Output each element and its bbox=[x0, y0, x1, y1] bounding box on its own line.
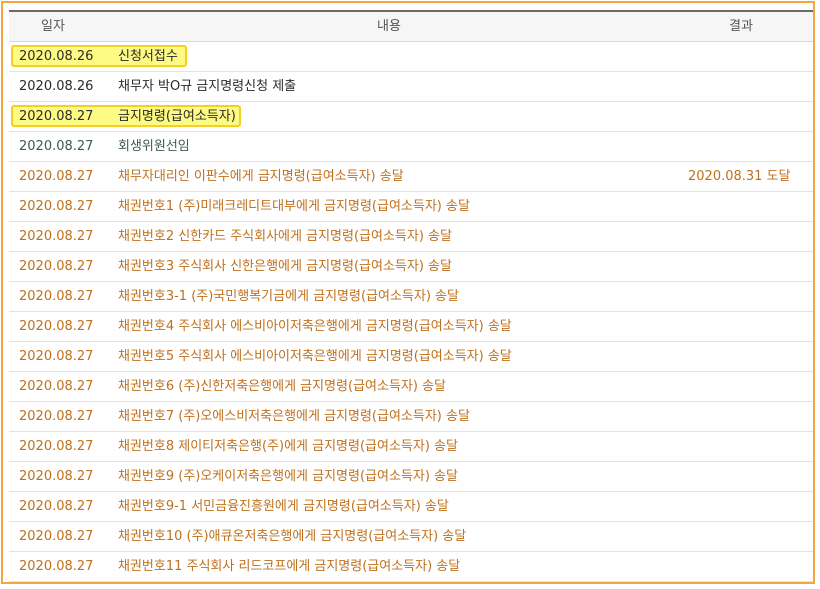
table-row: 2020.08.27 채권번호7 (주)오에스비저축은행에게 금지명령(급여소득… bbox=[9, 402, 813, 432]
row-content: 채권번호11 주식회사 리드코프에게 금지명령(급여소득자) 송달 bbox=[118, 559, 461, 574]
table-row: 2020.08.27 채권번호9-1 서민금융진흥원에게 금지명령(급여소득자)… bbox=[9, 492, 813, 522]
row-result: 2020.08.31 도달 bbox=[688, 169, 791, 184]
row-content: 채권번호1 (주)미래크레디트대부에게 금지명령(급여소득자) 송달 bbox=[118, 199, 470, 214]
table-header: 일자 내용 결과 bbox=[9, 10, 813, 42]
table-row: 2020.08.27 금지명령(급여소득자) bbox=[9, 102, 813, 132]
row-date: 2020.08.27 bbox=[19, 229, 94, 244]
row-date: 2020.08.27 bbox=[19, 409, 94, 424]
table-row: 2020.08.27 채권번호9 (주)오케이저축은행에게 금지명령(급여소득자… bbox=[9, 462, 813, 492]
table-row: 2020.08.27 회생위원선임 bbox=[9, 132, 813, 162]
header-result: 결과 bbox=[729, 19, 753, 34]
row-content: 금지명령(급여소득자) bbox=[118, 109, 236, 124]
header-date: 일자 bbox=[41, 19, 65, 34]
row-content: 채권번호3 주식회사 신한은행에게 금지명령(급여소득자) 송달 bbox=[118, 259, 452, 274]
table-row: 2020.08.27 채권번호5 주식회사 에스비아이저축은행에게 금지명령(급… bbox=[9, 342, 813, 372]
row-date: 2020.08.27 bbox=[19, 139, 94, 154]
row-date: 2020.08.27 bbox=[19, 199, 94, 214]
row-date: 2020.08.27 bbox=[19, 469, 94, 484]
row-date: 2020.08.26 bbox=[19, 79, 94, 94]
row-date: 2020.08.27 bbox=[19, 319, 94, 334]
table-row: 2020.08.27 채권번호3 주식회사 신한은행에게 금지명령(급여소득자)… bbox=[9, 252, 813, 282]
table-row: 2020.08.27 채권번호2 신한카드 주식회사에게 금지명령(급여소득자)… bbox=[9, 222, 813, 252]
row-content: 채권번호5 주식회사 에스비아이저축은행에게 금지명령(급여소득자) 송달 bbox=[118, 349, 512, 364]
row-date: 2020.08.27 bbox=[19, 259, 94, 274]
row-date: 2020.08.27 bbox=[19, 169, 94, 184]
row-content: 채무자대리인 이판수에게 금지명령(급여소득자) 송달 bbox=[118, 169, 404, 184]
outer-frame: 일자 내용 결과 2020.08.26 신청서접수 2020.08.26 채무자… bbox=[1, 1, 815, 584]
row-date: 2020.08.27 bbox=[19, 529, 94, 544]
row-date: 2020.08.26 bbox=[19, 49, 94, 64]
row-date: 2020.08.27 bbox=[19, 349, 94, 364]
table-row: 2020.08.27 채권번호3-1 (주)국민행복기금에게 금지명령(급여소득… bbox=[9, 282, 813, 312]
row-content: 채권번호3-1 (주)국민행복기금에게 금지명령(급여소득자) 송달 bbox=[118, 289, 459, 304]
table-row: 2020.08.27 채권번호8 제이티저축은행(주)에게 금지명령(급여소득자… bbox=[9, 432, 813, 462]
row-content: 채권번호9 (주)오케이저축은행에게 금지명령(급여소득자) 송달 bbox=[118, 469, 458, 484]
case-history-table: 일자 내용 결과 2020.08.26 신청서접수 2020.08.26 채무자… bbox=[9, 10, 813, 582]
row-date: 2020.08.27 bbox=[19, 289, 94, 304]
row-content: 채권번호6 (주)신한저축은행에게 금지명령(급여소득자) 송달 bbox=[118, 379, 446, 394]
table-row: 2020.08.27 채권번호11 주식회사 리드코프에게 금지명령(급여소득자… bbox=[9, 552, 813, 582]
row-content: 채권번호7 (주)오에스비저축은행에게 금지명령(급여소득자) 송달 bbox=[118, 409, 470, 424]
table-row: 2020.08.27 채권번호10 (주)애큐온저축은행에게 금지명령(급여소득… bbox=[9, 522, 813, 552]
row-date: 2020.08.27 bbox=[19, 379, 94, 394]
row-date: 2020.08.27 bbox=[19, 559, 94, 574]
table-row: 2020.08.27 채권번호4 주식회사 에스비아이저축은행에게 금지명령(급… bbox=[9, 312, 813, 342]
table-row: 2020.08.26 채무자 박O규 금지명령신청 제출 bbox=[9, 72, 813, 102]
row-content: 채권번호4 주식회사 에스비아이저축은행에게 금지명령(급여소득자) 송달 bbox=[118, 319, 512, 334]
table-row: 2020.08.26 신청서접수 bbox=[9, 42, 813, 72]
row-content: 회생위원선임 bbox=[118, 139, 190, 154]
row-content: 채무자 박O규 금지명령신청 제출 bbox=[118, 79, 297, 94]
table-row: 2020.08.27 채무자대리인 이판수에게 금지명령(급여소득자) 송달 2… bbox=[9, 162, 813, 192]
row-content: 채권번호8 제이티저축은행(주)에게 금지명령(급여소득자) 송달 bbox=[118, 439, 458, 454]
row-content: 채권번호10 (주)애큐온저축은행에게 금지명령(급여소득자) 송달 bbox=[118, 529, 467, 544]
row-date: 2020.08.27 bbox=[19, 499, 94, 514]
table-row: 2020.08.27 채권번호6 (주)신한저축은행에게 금지명령(급여소득자)… bbox=[9, 372, 813, 402]
row-content: 채권번호9-1 서민금융진흥원에게 금지명령(급여소득자) 송달 bbox=[118, 499, 449, 514]
row-content: 채권번호2 신한카드 주식회사에게 금지명령(급여소득자) 송달 bbox=[118, 229, 452, 244]
header-content: 내용 bbox=[377, 19, 401, 34]
row-date: 2020.08.27 bbox=[19, 439, 94, 454]
row-content: 신청서접수 bbox=[118, 49, 178, 64]
row-date: 2020.08.27 bbox=[19, 109, 94, 124]
table-row: 2020.08.27 채권번호1 (주)미래크레디트대부에게 금지명령(급여소득… bbox=[9, 192, 813, 222]
